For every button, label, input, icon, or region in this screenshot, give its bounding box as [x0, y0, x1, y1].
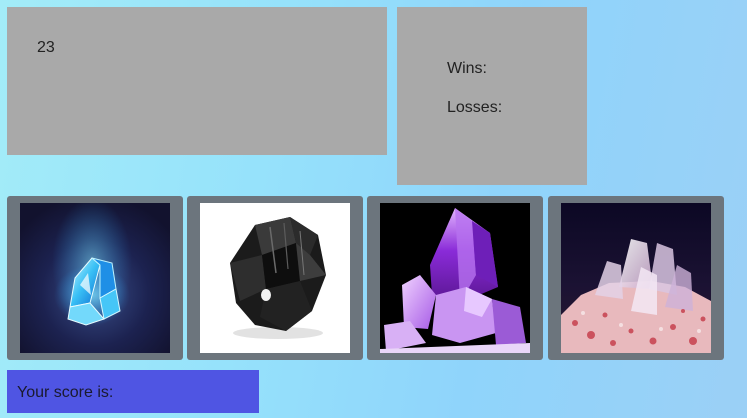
stats-panel: Wins: Losses: [397, 7, 587, 185]
score-box: Your score is: [7, 370, 259, 413]
crystal-button-1[interactable] [7, 196, 183, 360]
blue-glowing-crystal-icon [20, 203, 170, 353]
crystal-button-4[interactable] [548, 196, 724, 360]
crystal-button-2[interactable] [187, 196, 363, 360]
amethyst-crystal-icon [380, 203, 530, 353]
score-label: Your score is: [17, 384, 114, 401]
black-tourmaline-crystal-icon [200, 203, 350, 353]
wins-label: Wins: [447, 60, 487, 77]
target-number: 23 [37, 39, 55, 56]
target-number-panel: 23 [7, 7, 387, 155]
pink-salt-quartz-crystal-icon [561, 203, 711, 353]
losses-label: Losses: [447, 99, 503, 116]
crystal-button-3[interactable] [367, 196, 543, 360]
